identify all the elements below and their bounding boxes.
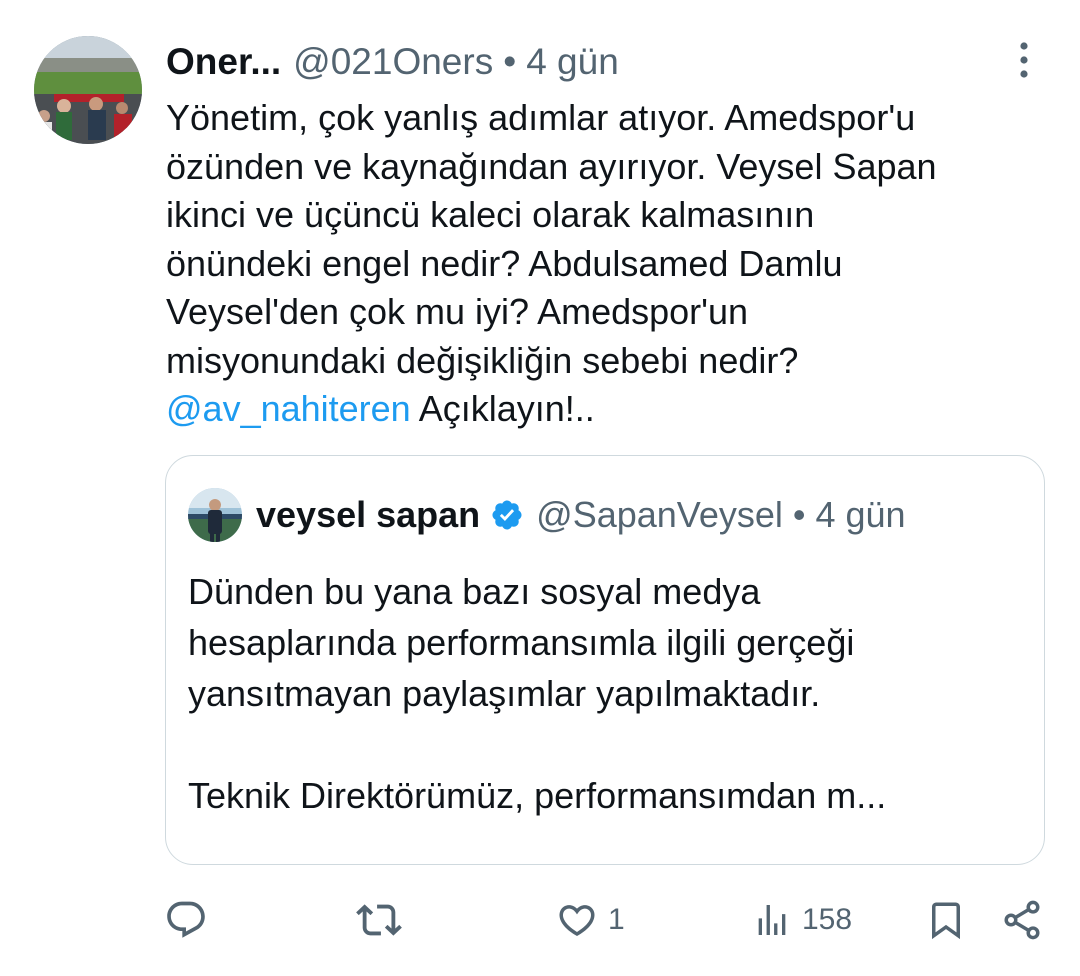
- author-avatar[interactable]: [34, 36, 142, 144]
- tweet-text-line: @av_nahiteren Açıklayın!..: [166, 385, 1056, 434]
- tweet-text-line: ikinci ve üçüncü kaleci olarak kalmasını…: [166, 194, 815, 235]
- separator-dot: •: [792, 494, 806, 535]
- quoted-text-line: yansıtmayan paylaşımlar yapılmaktadır.: [188, 673, 821, 714]
- tweet-text-tail: Açıklayın!..: [410, 388, 595, 429]
- tweet-text-line: Yönetim, çok yanlış adımlar atıyor. Amed…: [166, 97, 916, 138]
- share-button[interactable]: [1000, 890, 1044, 950]
- share-icon: [1004, 900, 1040, 940]
- action-bar: 1 158: [0, 890, 1080, 950]
- quoted-tweet[interactable]: veysel sapan @SapanVeysel • 4 gün Dünden…: [165, 455, 1045, 865]
- tweet-text-line: önündeki engel nedir? Abdulsamed Damlu: [166, 242, 843, 284]
- tweet-text-line: misyonundaki değişikliğin sebebi nedir?: [166, 339, 799, 381]
- reply-icon: [167, 901, 205, 938]
- retweet-button[interactable]: [356, 890, 402, 950]
- tweet-timestamp[interactable]: 4 gün: [526, 41, 619, 83]
- tweet-text-line: Veysel'den çok mu iyi? Amedspor'un: [166, 291, 749, 332]
- quoted-text-line: Dünden bu yana bazı sosyal medya: [188, 571, 761, 612]
- tweet-text-line: özünden ve kaynağından ayırıyor. Veysel …: [166, 145, 937, 187]
- like-button[interactable]: 1: [556, 890, 625, 950]
- heart-icon: [559, 905, 595, 937]
- author-name[interactable]: Oner...: [166, 41, 281, 83]
- quoted-text-line: Teknik Direktörümüz, performansımdan m..…: [188, 775, 887, 816]
- separator-dot: •: [503, 41, 517, 82]
- tweet-header: Oner... @021Oners • 4 gün: [166, 38, 619, 86]
- quoted-author-handle[interactable]: @SapanVeysel: [536, 494, 783, 536]
- quoted-tweet-text: Dünden bu yana bazı sosyal medya hesapla…: [188, 566, 1028, 821]
- tweet-text: Yönetim, çok yanlış adımlar atıyor. Amed…: [166, 94, 1056, 434]
- verified-badge-icon: [490, 498, 524, 532]
- reply-button[interactable]: [164, 890, 208, 950]
- bookmark-button[interactable]: [925, 890, 967, 950]
- more-options-button[interactable]: [1006, 40, 1042, 80]
- views-button[interactable]: 158: [752, 890, 852, 950]
- quoted-text-line: hesaplarında performansımla ilgili gerçe…: [188, 622, 855, 663]
- views-icon: [758, 905, 786, 935]
- mention-link[interactable]: @av_nahiteren: [166, 388, 411, 429]
- quoted-tweet-header: veysel sapan @SapanVeysel • 4 gün: [256, 492, 906, 538]
- tweet[interactable]: Oner... @021Oners • 4 gün Yönetim, çok y…: [0, 0, 1080, 976]
- views-count: 158: [802, 903, 853, 936]
- quoted-author-avatar[interactable]: [188, 488, 242, 542]
- bookmark-icon: [932, 902, 960, 940]
- quoted-tweet-timestamp[interactable]: 4 gün: [815, 494, 905, 536]
- more-vertical-icon: [1020, 42, 1028, 78]
- author-handle[interactable]: @021Oners: [293, 41, 493, 83]
- quoted-author-name[interactable]: veysel sapan: [256, 494, 480, 536]
- like-count: 1: [608, 903, 625, 936]
- retweet-icon: [356, 904, 402, 936]
